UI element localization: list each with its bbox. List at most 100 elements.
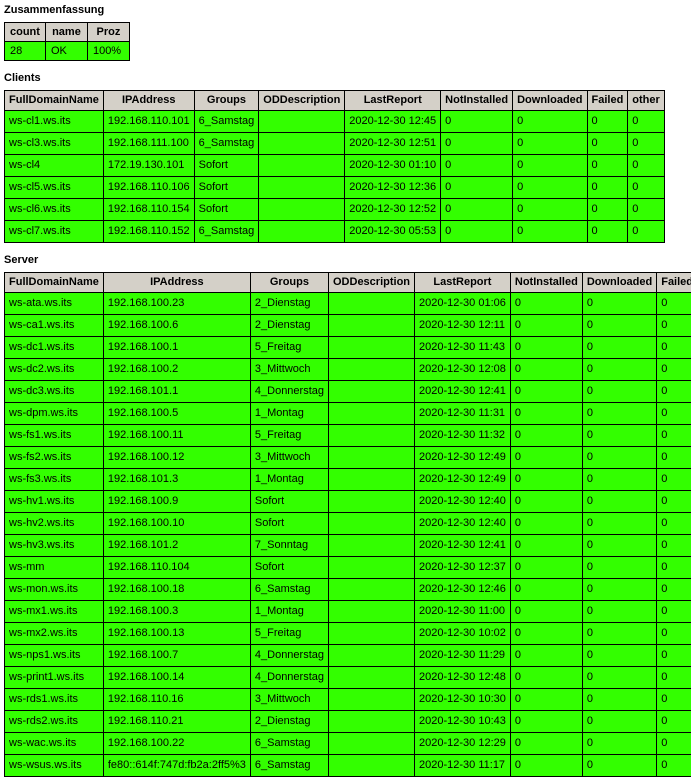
- servers-col-downloaded: Downloaded: [582, 273, 656, 293]
- table-cell: [329, 315, 415, 337]
- clients-col-notinstalled: NotInstalled: [441, 91, 513, 111]
- table-cell: [329, 623, 415, 645]
- table-cell: ws-ca1.ws.its: [5, 315, 104, 337]
- table-row: ws-cl6.ws.its192.168.110.154Sofort2020-1…: [5, 199, 665, 221]
- table-cell: 0: [510, 425, 582, 447]
- table-row: ws-rds2.ws.its192.168.110.212_Dienstag20…: [5, 711, 691, 733]
- table-cell: 2020-12-30 05:53: [345, 221, 441, 243]
- table-cell: 0: [582, 337, 656, 359]
- table-cell: 172.19.130.101: [103, 155, 194, 177]
- table-cell: 2020-12-30 01:06: [415, 293, 511, 315]
- table-cell: 192.168.111.100: [103, 133, 194, 155]
- table-cell: 0: [510, 557, 582, 579]
- table-cell: ws-cl5.ws.its: [5, 177, 104, 199]
- table-cell: 4_Donnerstag: [250, 667, 328, 689]
- table-cell: ws-cl7.ws.its: [5, 221, 104, 243]
- table-cell: 0: [510, 513, 582, 535]
- table-cell: 0: [510, 447, 582, 469]
- table-row: ws-wac.ws.its192.168.100.226_Samstag2020…: [5, 733, 691, 755]
- table-cell: OK: [45, 42, 87, 61]
- clients-col-oddescription: ODDescription: [259, 91, 345, 111]
- table-cell: ws-cl6.ws.its: [5, 199, 104, 221]
- table-cell: 0: [510, 491, 582, 513]
- table-cell: ws-fs2.ws.its: [5, 447, 104, 469]
- table-cell: 0: [657, 403, 691, 425]
- clients-table: FullDomainName IPAddress Groups ODDescri…: [4, 90, 665, 243]
- table-cell: 2_Dienstag: [250, 293, 328, 315]
- table-cell: 0: [657, 623, 691, 645]
- table-row: ws-nps1.ws.its192.168.100.74_Donnerstag2…: [5, 645, 691, 667]
- table-cell: 5_Freitag: [250, 337, 328, 359]
- table-cell: 0: [657, 579, 691, 601]
- table-cell: 0: [510, 403, 582, 425]
- table-cell: 0: [510, 337, 582, 359]
- table-cell: 0: [657, 689, 691, 711]
- table-cell: 0: [510, 601, 582, 623]
- table-row: ws-mon.ws.its192.168.100.186_Samstag2020…: [5, 579, 691, 601]
- table-cell: Sofort: [194, 177, 259, 199]
- table-cell: [329, 579, 415, 601]
- table-cell: 5_Freitag: [250, 425, 328, 447]
- table-cell: 0: [587, 111, 628, 133]
- table-cell: 0: [582, 711, 656, 733]
- table-cell: 0: [657, 535, 691, 557]
- table-cell: fe80::614f:747d:fb2a:2ff5%3: [103, 755, 250, 777]
- table-cell: 0: [510, 733, 582, 755]
- table-cell: [329, 557, 415, 579]
- table-row: ws-fs1.ws.its192.168.100.115_Freitag2020…: [5, 425, 691, 447]
- table-cell: 0: [657, 711, 691, 733]
- table-cell: [259, 155, 345, 177]
- clients-col-groups: Groups: [194, 91, 259, 111]
- table-cell: 0: [657, 755, 691, 777]
- table-cell: 6_Samstag: [194, 111, 259, 133]
- table-cell: 2020-12-30 12:41: [415, 535, 511, 557]
- table-cell: 0: [657, 667, 691, 689]
- table-cell: 0: [657, 469, 691, 491]
- table-cell: 0: [582, 623, 656, 645]
- table-cell: 2020-12-30 11:43: [415, 337, 511, 359]
- table-row: ws-mx2.ws.its192.168.100.135_Freitag2020…: [5, 623, 691, 645]
- table-cell: 3_Mittwoch: [250, 689, 328, 711]
- table-cell: 192.168.110.152: [103, 221, 194, 243]
- table-cell: 0: [510, 535, 582, 557]
- table-cell: [329, 535, 415, 557]
- table-cell: [329, 711, 415, 733]
- table-cell: 0: [657, 491, 691, 513]
- table-cell: 0: [657, 425, 691, 447]
- table-cell: 0: [582, 667, 656, 689]
- table-cell: 192.168.100.10: [103, 513, 250, 535]
- clients-col-fulldomainname: FullDomainName: [5, 91, 104, 111]
- table-cell: 192.168.100.18: [103, 579, 250, 601]
- table-row: ws-hv3.ws.its192.168.101.27_Sonntag2020-…: [5, 535, 691, 557]
- table-cell: ws-mm: [5, 557, 104, 579]
- table-cell: 0: [582, 403, 656, 425]
- table-row: ws-cl3.ws.its192.168.111.1006_Samstag202…: [5, 133, 665, 155]
- summary-table: count name Proz 28OK100%: [4, 22, 130, 61]
- table-cell: 192.168.100.14: [103, 667, 250, 689]
- table-cell: 192.168.101.2: [103, 535, 250, 557]
- table-cell: 2020-12-30 12:41: [415, 381, 511, 403]
- table-cell: 2020-12-30 11:32: [415, 425, 511, 447]
- summary-table-head: count name Proz: [5, 23, 130, 42]
- table-cell: 6_Samstag: [250, 579, 328, 601]
- table-cell: 2_Dienstag: [250, 711, 328, 733]
- table-cell: 0: [657, 293, 691, 315]
- table-cell: ws-rds2.ws.its: [5, 711, 104, 733]
- table-cell: ws-hv2.ws.its: [5, 513, 104, 535]
- table-cell: 0: [582, 513, 656, 535]
- table-cell: Sofort: [194, 155, 259, 177]
- table-row: ws-mm192.168.110.104Sofort2020-12-30 12:…: [5, 557, 691, 579]
- table-cell: 0: [582, 381, 656, 403]
- table-cell: 0: [510, 579, 582, 601]
- table-cell: 0: [582, 535, 656, 557]
- servers-col-lastreport: LastReport: [415, 273, 511, 293]
- table-cell: 192.168.101.3: [103, 469, 250, 491]
- table-row: ws-cl7.ws.its192.168.110.1526_Samstag202…: [5, 221, 665, 243]
- clients-col-failed: Failed: [587, 91, 628, 111]
- servers-col-groups: Groups: [250, 273, 328, 293]
- table-cell: 3_Mittwoch: [250, 447, 328, 469]
- table-cell: 192.168.100.13: [103, 623, 250, 645]
- table-cell: 0: [513, 221, 587, 243]
- table-cell: 0: [628, 199, 665, 221]
- table-cell: 0: [582, 579, 656, 601]
